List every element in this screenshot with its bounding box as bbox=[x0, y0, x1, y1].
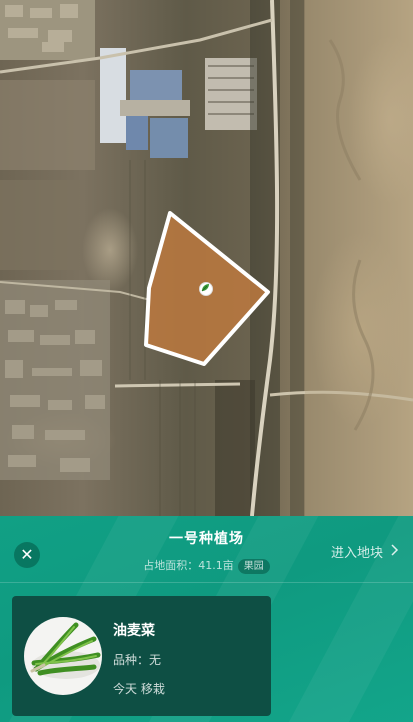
divider bbox=[0, 582, 413, 583]
chevron-right-icon bbox=[391, 543, 399, 560]
area-label: 占地面积： bbox=[143, 559, 199, 572]
area-value: 41.1亩 bbox=[198, 559, 234, 572]
crop-name: 油麦菜 bbox=[113, 623, 155, 639]
lettuce-image bbox=[24, 617, 102, 695]
category-tag: 果园 bbox=[237, 558, 270, 574]
field-boundary[interactable] bbox=[0, 0, 413, 516]
crop-variety: 品种：无 bbox=[113, 651, 161, 668]
leaf-marker-icon[interactable] bbox=[199, 282, 213, 296]
satellite-map[interactable] bbox=[0, 0, 413, 516]
variety-label: 品种： bbox=[113, 653, 150, 667]
variety-value: 无 bbox=[149, 653, 162, 667]
enter-field-label: 进入地块 bbox=[330, 546, 383, 561]
crop-card[interactable]: 油麦菜 品种：无 今天 移栽 bbox=[12, 596, 271, 716]
field-info-panel: ✕ 一号种植场 占地面积：41.1亩 果园 进入地块 油麦菜 品种：无 今天 移… bbox=[0, 516, 413, 722]
crop-status: 今天 移栽 bbox=[113, 682, 165, 696]
enter-field-link[interactable]: 进入地块 bbox=[331, 542, 399, 561]
